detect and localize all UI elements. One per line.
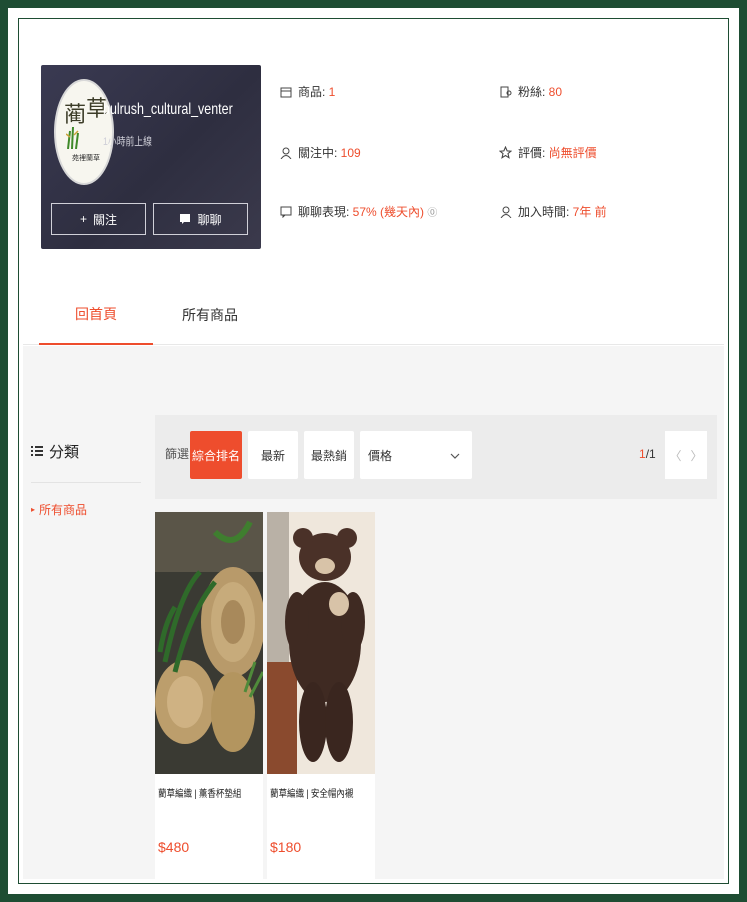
following-value: 109 xyxy=(340,146,361,160)
sort-label: 篩選 xyxy=(165,447,190,461)
sort-price-label: 價格 xyxy=(368,448,393,463)
message-icon xyxy=(279,205,292,218)
category-item-all[interactable]: ▸ 所有商品 xyxy=(31,501,141,518)
list-icon xyxy=(31,443,43,460)
chat-perf-label: 聊聊表現: xyxy=(298,205,353,219)
followers-icon xyxy=(499,85,512,98)
product-card[interactable]: 藺草編織 | 薰香杯墊組 $480 xyxy=(155,512,263,879)
logo-subtext: 苑裡蘭草 xyxy=(72,155,100,162)
shop-body: 分類 ▸ 所有商品 篩選 綜合排名 最新 最熱銷 價格 1/1 〈 〉 藺草編織… xyxy=(23,346,724,879)
shop-page: 蔺 草 苑裡蘭草 bulrush_cultural_venter 1小時前上線 … xyxy=(23,23,724,879)
category-sidebar: 分類 ▸ 所有商品 xyxy=(31,441,141,518)
product-card[interactable]: 藺草編織 | 安全帽內襯 $180 xyxy=(267,512,375,879)
shop-tabs: 回首頁 所有商品 xyxy=(23,285,724,345)
page-indicator: 1/1 xyxy=(639,447,656,461)
category-title-text: 分類 xyxy=(49,444,80,461)
plus-icon: + xyxy=(79,212,87,226)
user-icon xyxy=(279,146,292,159)
products-value: 1 xyxy=(328,85,336,99)
stat-following: 關注中: 109 xyxy=(279,144,361,161)
rating-value: 尚無評價 xyxy=(548,146,597,160)
user-joined-icon xyxy=(499,205,512,218)
product-price: $180 xyxy=(270,839,302,855)
page-current: 1 xyxy=(639,447,646,461)
following-label: 關注中: xyxy=(298,146,341,160)
shop-avatar[interactable]: 蔺 草 苑裡蘭草 xyxy=(54,79,114,185)
store-icon xyxy=(279,85,292,98)
follow-button[interactable]: + 關注 xyxy=(51,203,146,235)
product-image xyxy=(267,512,375,774)
product-name: 藺草編織 | 安全帽內襯 xyxy=(270,789,354,800)
caret-right-icon: ▸ xyxy=(31,505,36,514)
stat-rating: 評價: 尚無評價 xyxy=(499,144,597,161)
star-icon xyxy=(499,146,512,159)
rating-label: 評價: xyxy=(518,146,549,160)
joined-label: 加入時間: xyxy=(518,205,573,219)
stat-followers: 粉絲: 80 xyxy=(499,83,562,100)
stat-joined: 加入時間: 7年 前 xyxy=(499,203,607,220)
tab-home[interactable]: 回首頁 xyxy=(39,285,153,345)
category-title: 分類 xyxy=(31,441,141,483)
chevron-right-icon[interactable]: 〉 xyxy=(690,447,702,464)
sort-relevance-button[interactable]: 綜合排名 xyxy=(190,431,242,479)
chevron-left-icon[interactable]: 〈 xyxy=(669,447,681,464)
shop-header: 蔺 草 苑裡蘭草 bulrush_cultural_venter 1小時前上線 … xyxy=(23,23,724,345)
chat-perf-value: 57% (幾天內) xyxy=(352,205,425,219)
chevron-down-icon xyxy=(450,448,460,462)
chat-label: 聊聊 xyxy=(197,212,222,227)
followers-value: 80 xyxy=(548,85,563,99)
followers-label: 粉絲: xyxy=(518,85,549,99)
shop-active-status: 1小時前上線 xyxy=(103,136,152,148)
sort-price-select[interactable]: 價格 xyxy=(360,431,472,479)
pager-buttons: 〈 〉 xyxy=(665,431,707,479)
product-price: $480 xyxy=(158,839,190,855)
stat-products: 商品: 1 xyxy=(279,83,335,100)
shop-card: 蔺 草 苑裡蘭草 bulrush_cultural_venter 1小時前上線 … xyxy=(41,65,261,249)
sort-latest-button[interactable]: 最新 xyxy=(248,431,298,479)
sort-top-sales-button[interactable]: 最熱銷 xyxy=(304,431,354,479)
shop-name: bulrush_cultural_venter xyxy=(103,101,233,118)
page-total: /1 xyxy=(645,447,656,461)
joined-value: 7年 前 xyxy=(572,205,607,219)
sort-bar: 篩選 綜合排名 最新 最熱銷 價格 1/1 〈 〉 xyxy=(155,415,717,499)
chat-button[interactable]: 聊聊 xyxy=(153,203,248,235)
products-label: 商品: xyxy=(298,85,329,99)
chat-icon xyxy=(180,214,191,224)
tab-all-products[interactable]: 所有商品 xyxy=(153,285,267,345)
category-item-label: 所有商品 xyxy=(39,503,88,517)
info-icon[interactable]: ⓪ xyxy=(427,208,437,219)
product-name: 藺草編織 | 薰香杯墊組 xyxy=(158,789,242,800)
stat-chat-performance: 聊聊表現: 57% (幾天內) ⓪ xyxy=(279,203,437,220)
grass-icon xyxy=(66,126,79,149)
follow-label: 關注 xyxy=(93,212,118,227)
product-image xyxy=(155,512,263,774)
